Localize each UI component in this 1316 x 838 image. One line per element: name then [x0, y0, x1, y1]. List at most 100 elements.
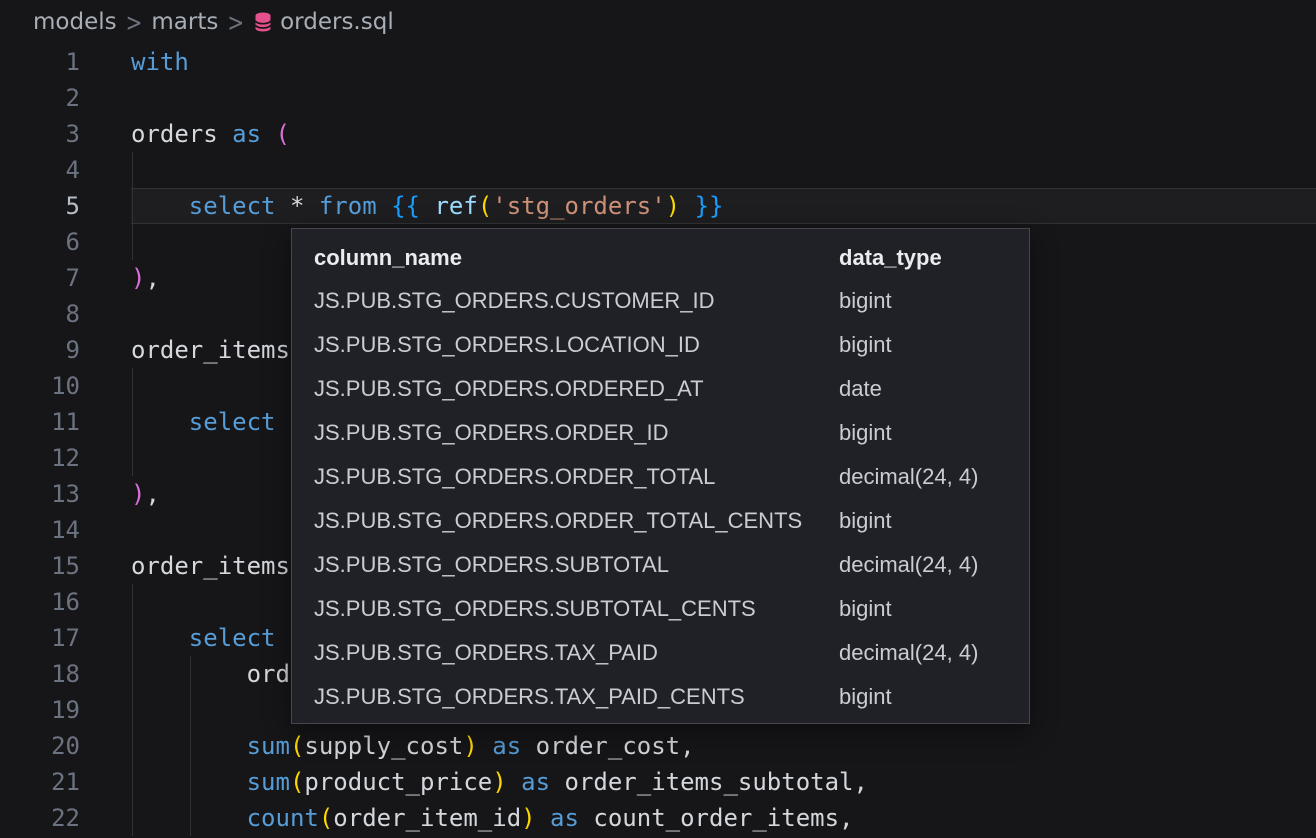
token: order_items: [131, 552, 290, 580]
token: *: [276, 192, 319, 220]
indent-guide: [132, 620, 133, 656]
token: as: [550, 804, 579, 832]
line-content: with: [131, 44, 1316, 80]
token: [420, 192, 434, 220]
column-name-cell: JS.PUB.STG_ORDERS.ORDER_TOTAL_CENTS: [314, 508, 839, 534]
code-line-22[interactable]: 22 count(order_item_id) as count_order_i…: [0, 800, 1316, 836]
line-content: [131, 80, 1316, 116]
indent-guide: [132, 368, 133, 404]
token: ,: [145, 480, 159, 508]
indent-guide: [132, 188, 133, 224]
column-name-cell: JS.PUB.STG_ORDERS.SUBTOTAL: [314, 552, 839, 578]
token: sum: [247, 732, 290, 760]
token: (: [290, 732, 304, 760]
line-number[interactable]: 11: [0, 404, 80, 440]
line-number[interactable]: 17: [0, 620, 80, 656]
indent-guide: [132, 800, 133, 836]
token: [680, 192, 694, 220]
column-name-cell: JS.PUB.STG_ORDERS.ORDER_ID: [314, 420, 839, 446]
token: from: [319, 192, 377, 220]
data-type-cell: bigint: [839, 684, 1029, 710]
indent-guide: [132, 656, 133, 692]
line-number[interactable]: 14: [0, 512, 80, 548]
token: ): [131, 480, 145, 508]
breadcrumb-label: models: [33, 9, 117, 35]
indent-guide: [132, 224, 133, 260]
line-number[interactable]: 15: [0, 548, 80, 584]
token: as: [492, 732, 521, 760]
token: sum: [247, 768, 290, 796]
code-line-3[interactable]: 3orders as (: [0, 116, 1316, 152]
column-name-cell: JS.PUB.STG_ORDERS.ORDER_TOTAL: [314, 464, 839, 490]
line-number[interactable]: 3: [0, 116, 80, 152]
token: with: [131, 48, 189, 76]
line-number[interactable]: 4: [0, 152, 80, 188]
code-line-20[interactable]: 20 sum(supply_cost) as order_cost,: [0, 728, 1316, 764]
data-type-cell: bigint: [839, 288, 1029, 314]
token: select: [189, 624, 276, 652]
data-type-cell: bigint: [839, 420, 1029, 446]
hover-popup: column_name data_type JS.PUB.STG_ORDERS.…: [291, 228, 1030, 724]
line-number[interactable]: 22: [0, 800, 80, 836]
code-line-1[interactable]: 1 with: [0, 44, 1316, 80]
line-number[interactable]: 21: [0, 764, 80, 800]
token: count: [247, 804, 319, 832]
line-number[interactable]: 18: [0, 656, 80, 692]
line-number[interactable]: 20: [0, 728, 80, 764]
token: (: [290, 768, 304, 796]
breadcrumb-item-marts[interactable]: marts: [151, 9, 218, 35]
line-number[interactable]: 1: [0, 44, 80, 80]
column-name-cell: JS.PUB.STG_ORDERS.SUBTOTAL_CENTS: [314, 596, 839, 622]
token: ref: [434, 192, 477, 220]
code-line-2[interactable]: 2: [0, 80, 1316, 116]
column-row: JS.PUB.STG_ORDERS.LOCATION_IDbigint: [292, 323, 1029, 367]
token: ord: [131, 660, 290, 688]
column-row: JS.PUB.STG_ORDERS.SUBTOTALdecimal(24, 4): [292, 543, 1029, 587]
line-number[interactable]: 13: [0, 476, 80, 512]
code-line-21[interactable]: 21 sum(product_price) as order_items_sub…: [0, 764, 1316, 800]
code-line-4[interactable]: 4: [0, 152, 1316, 188]
column-row: JS.PUB.STG_ORDERS.ORDERED_ATdate: [292, 367, 1029, 411]
indent-guide: [190, 656, 191, 692]
chevron-right-icon: >: [126, 7, 143, 37]
column-row: JS.PUB.STG_ORDERS.ORDER_IDbigint: [292, 411, 1029, 455]
token: [478, 732, 492, 760]
data-type-cell: decimal(24, 4): [839, 640, 1029, 666]
line-number[interactable]: 19: [0, 692, 80, 728]
line-number[interactable]: 9: [0, 332, 80, 368]
editor-window: models>marts>orders.sql 1with23orders as…: [0, 0, 1316, 838]
column-row: JS.PUB.STG_ORDERS.TAX_PAID_CENTSbigint: [292, 675, 1029, 719]
token: [131, 732, 247, 760]
token: [131, 408, 189, 436]
token: }}: [695, 192, 724, 220]
popup-header-data-type: data_type: [839, 245, 1029, 271]
breadcrumb-item-models[interactable]: models: [33, 9, 117, 35]
token: [507, 768, 521, 796]
line-number[interactable]: 7: [0, 260, 80, 296]
token: (: [276, 120, 290, 148]
token: [261, 120, 275, 148]
indent-guide: [132, 692, 133, 728]
line-number[interactable]: 10: [0, 368, 80, 404]
indent-guide: [132, 152, 133, 188]
token: order_cost,: [521, 732, 694, 760]
token: ): [463, 732, 477, 760]
token: ): [521, 804, 535, 832]
column-row: JS.PUB.STG_ORDERS.ORDER_TOTAL_CENTSbigin…: [292, 499, 1029, 543]
line-number[interactable]: 16: [0, 584, 80, 620]
column-row: JS.PUB.STG_ORDERS.CUSTOMER_IDbigint: [292, 279, 1029, 323]
token: as: [521, 768, 550, 796]
line-number[interactable]: 2: [0, 80, 80, 116]
token: {{: [391, 192, 420, 220]
breadcrumb-item-orders-sql[interactable]: orders.sql: [253, 9, 394, 35]
indent-guide: [190, 728, 191, 764]
line-number[interactable]: 12: [0, 440, 80, 476]
line-number[interactable]: 6: [0, 224, 80, 260]
code-line-5[interactable]: 5 select * from {{ ref('stg_orders') }}: [0, 188, 1316, 224]
token: [131, 192, 189, 220]
token: supply_cost: [304, 732, 463, 760]
line-number[interactable]: 5: [0, 188, 80, 224]
token: (: [478, 192, 492, 220]
line-number[interactable]: 8: [0, 296, 80, 332]
token: as: [232, 120, 261, 148]
